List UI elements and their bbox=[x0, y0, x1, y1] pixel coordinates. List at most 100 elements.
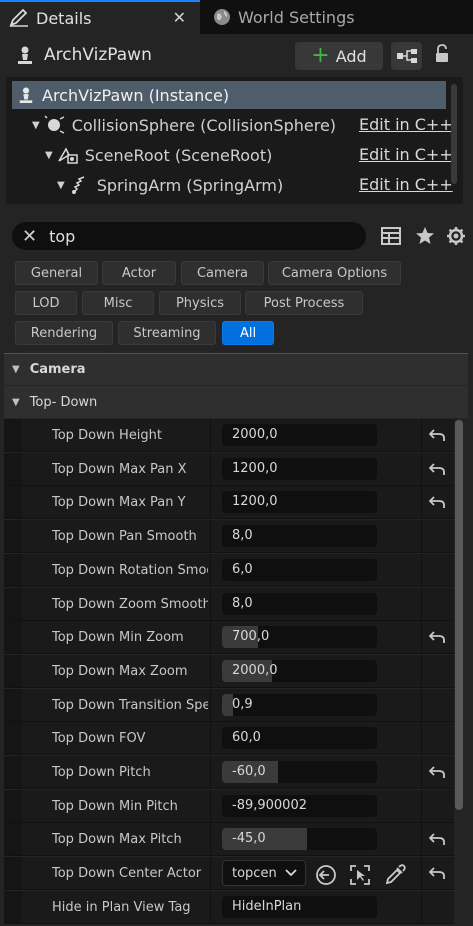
tree-item-spring-arm[interactable]: ▼ SpringArm (SpringArm) bbox=[57, 171, 283, 199]
table-view-icon[interactable] bbox=[381, 226, 401, 250]
column-divider[interactable] bbox=[210, 790, 211, 822]
property-name: Top Down Pitch bbox=[52, 765, 151, 780]
tab-world-settings[interactable]: World Settings bbox=[206, 0, 386, 34]
details-scrollbar[interactable] bbox=[455, 420, 463, 810]
category-camera[interactable]: ▼ Camera bbox=[4, 353, 468, 385]
use-selected-icon[interactable] bbox=[315, 864, 337, 890]
actor-picker-dropdown[interactable]: topcen bbox=[222, 860, 306, 886]
property-value-input[interactable]: 8,0 bbox=[222, 525, 377, 547]
clear-search-icon[interactable]: ✕ bbox=[22, 226, 37, 247]
property-value-input[interactable]: 0,9 bbox=[222, 694, 377, 716]
filter-lod[interactable]: LOD bbox=[15, 291, 77, 315]
reset-to-default-icon[interactable] bbox=[428, 765, 445, 783]
column-divider[interactable] bbox=[210, 520, 211, 552]
property-value-input[interactable]: 8,0 bbox=[222, 593, 377, 615]
column-divider[interactable] bbox=[210, 554, 211, 586]
property-value-input[interactable]: 1200,0 bbox=[222, 458, 377, 480]
column-divider[interactable] bbox=[210, 823, 211, 855]
eyedropper-icon[interactable] bbox=[384, 864, 406, 890]
reset-to-default-icon[interactable] bbox=[428, 495, 445, 513]
filter-camera[interactable]: Camera bbox=[181, 261, 264, 285]
column-divider[interactable] bbox=[210, 722, 211, 754]
filter-rendering[interactable]: Rendering bbox=[15, 321, 113, 345]
collapse-arrow-icon[interactable]: ▼ bbox=[12, 364, 20, 375]
pawn-icon bbox=[18, 46, 32, 64]
globe-icon bbox=[214, 9, 230, 25]
property-name: Top Down Transition Spe... bbox=[52, 698, 208, 713]
column-divider[interactable] bbox=[210, 655, 211, 687]
column-divider bbox=[421, 891, 422, 923]
property-value-input[interactable]: HideInPlan bbox=[222, 896, 377, 918]
category-top-down[interactable]: ▼ Top- Down bbox=[4, 386, 468, 418]
filter-general[interactable]: General bbox=[15, 261, 98, 285]
property-value-input[interactable]: 6,0 bbox=[222, 559, 377, 581]
edit-in-cpp-link[interactable]: Edit in C++ bbox=[359, 175, 453, 194]
property-value-input[interactable]: 700,0 bbox=[222, 626, 377, 648]
column-divider[interactable] bbox=[210, 588, 211, 620]
property-value: 700,0 bbox=[232, 629, 270, 644]
filter-misc[interactable]: Misc bbox=[82, 291, 154, 315]
filter-physics[interactable]: Physics bbox=[159, 291, 241, 315]
column-divider[interactable] bbox=[210, 453, 211, 485]
tab-world-settings-label: World Settings bbox=[238, 7, 355, 27]
gear-icon[interactable] bbox=[446, 226, 466, 250]
property-value-input[interactable]: -45,0 bbox=[222, 828, 377, 850]
column-divider[interactable] bbox=[210, 891, 211, 923]
row-gutter bbox=[4, 790, 22, 822]
tree-item-collision-sphere[interactable]: ▼ CollisionSphere (CollisionSphere) bbox=[32, 111, 336, 139]
add-button[interactable]: + Add bbox=[295, 42, 383, 70]
column-divider[interactable] bbox=[210, 486, 211, 518]
property-name: Top Down Min Pitch bbox=[52, 799, 178, 814]
property-value-input[interactable]: 60,0 bbox=[222, 727, 377, 749]
property-row: Top Down Center Actor topcen bbox=[4, 857, 454, 890]
reset-to-default-icon[interactable] bbox=[428, 462, 445, 480]
filter-streaming[interactable]: Streaming bbox=[118, 321, 216, 345]
collapse-arrow-icon[interactable]: ▼ bbox=[12, 397, 20, 408]
row-gutter bbox=[4, 520, 22, 552]
edit-in-cpp-link[interactable]: Edit in C++ bbox=[359, 145, 453, 164]
tab-details[interactable]: Details ✕ bbox=[0, 0, 200, 34]
property-value-input[interactable]: -60,0 bbox=[222, 761, 377, 783]
reset-to-default-icon[interactable] bbox=[428, 832, 445, 850]
expand-arrow-icon[interactable]: ▼ bbox=[45, 150, 53, 161]
property-value: -60,0 bbox=[232, 764, 266, 779]
property-value: 8,0 bbox=[232, 528, 253, 543]
reset-to-default-icon[interactable] bbox=[428, 428, 445, 446]
search-input[interactable]: ✕ top bbox=[12, 222, 366, 250]
filter-all[interactable]: All bbox=[222, 321, 274, 345]
row-gutter bbox=[4, 588, 22, 620]
pencil-icon bbox=[9, 8, 28, 27]
tree-item-scene-root[interactable]: ▼ SceneRoot (SceneRoot) bbox=[45, 141, 272, 169]
column-divider[interactable] bbox=[210, 621, 211, 653]
tab-bar: Details ✕ World Settings bbox=[0, 0, 473, 34]
property-name: Top Down Max Pan Y bbox=[52, 495, 186, 510]
reset-to-default-icon[interactable] bbox=[428, 866, 445, 884]
filter-actor[interactable]: Actor bbox=[102, 261, 176, 285]
property-value-input[interactable]: 2000,0 bbox=[222, 424, 377, 446]
filter-post-process[interactable]: Post Process bbox=[245, 291, 363, 315]
property-value-input[interactable]: 2000,0 bbox=[222, 660, 377, 682]
close-icon[interactable]: ✕ bbox=[173, 8, 186, 27]
property-name: Top Down Pan Smooth bbox=[52, 529, 197, 544]
reset-to-default-icon[interactable] bbox=[428, 630, 445, 648]
star-icon[interactable] bbox=[415, 226, 435, 250]
expand-arrow-icon[interactable]: ▼ bbox=[57, 180, 65, 191]
row-gutter bbox=[4, 891, 22, 923]
property-value: 2000,0 bbox=[232, 427, 278, 442]
column-divider bbox=[421, 823, 422, 855]
tree-scrollbar[interactable] bbox=[451, 84, 457, 184]
lock-icon[interactable] bbox=[434, 44, 450, 68]
column-divider[interactable] bbox=[210, 689, 211, 721]
column-divider[interactable] bbox=[210, 857, 211, 889]
column-divider[interactable] bbox=[210, 756, 211, 788]
edit-in-cpp-link[interactable]: Edit in C++ bbox=[359, 115, 453, 134]
tree-item-root[interactable]: ArchVizPawn (Instance) bbox=[12, 81, 446, 109]
blueprint-button[interactable] bbox=[391, 42, 422, 70]
property-value-input[interactable]: -89,900002 bbox=[222, 795, 377, 817]
filter-camera-options[interactable]: Camera Options bbox=[268, 261, 401, 285]
column-divider[interactable] bbox=[210, 419, 211, 451]
property-name: Top Down Center Actor bbox=[52, 866, 202, 881]
property-value-input[interactable]: 1200,0 bbox=[222, 491, 377, 513]
browse-icon[interactable] bbox=[349, 864, 371, 890]
expand-arrow-icon[interactable]: ▼ bbox=[32, 120, 40, 131]
